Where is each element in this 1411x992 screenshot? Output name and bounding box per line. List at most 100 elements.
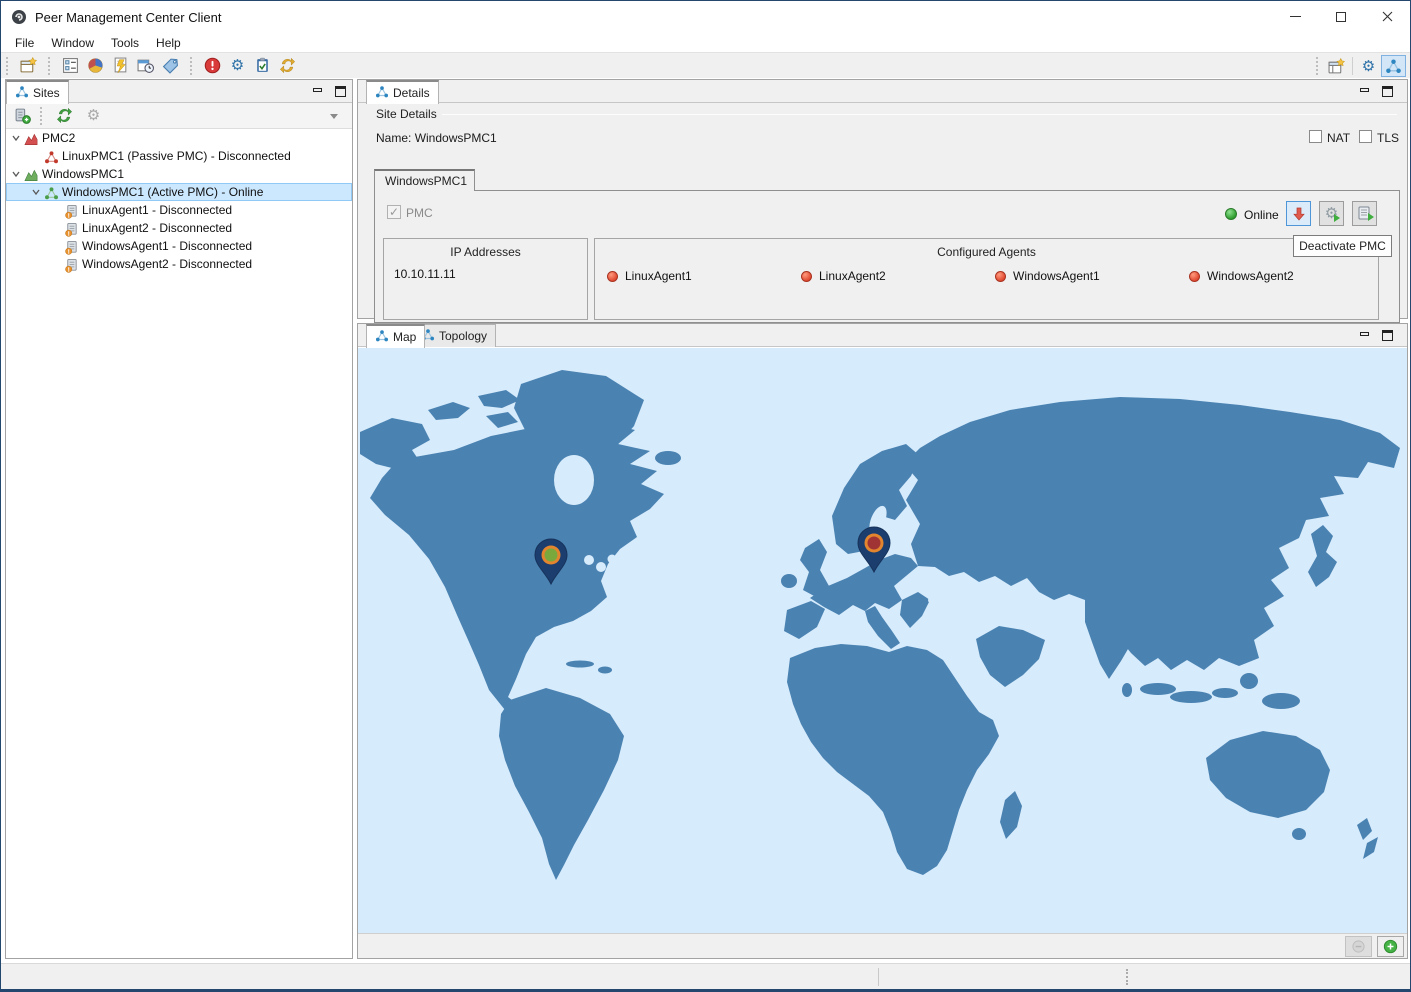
minimize-icon — [1290, 16, 1301, 17]
close-icon — [1382, 11, 1393, 22]
sites-maximize-button[interactable] — [332, 84, 349, 99]
molecule-green-icon — [44, 185, 59, 200]
sync-icon — [279, 57, 296, 74]
chevron-down-icon[interactable] — [10, 168, 22, 180]
tree-item-windowsagent1[interactable]: WindowsAgent1 - Disconnected — [6, 237, 352, 255]
nat-checkbox[interactable] — [1309, 130, 1322, 143]
tree-item-linuxagent2[interactable]: LinuxAgent2 - Disconnected — [6, 219, 352, 237]
gear-action-button[interactable]: ⚙ — [1319, 201, 1344, 226]
sync-button[interactable] — [275, 55, 300, 77]
tab-map[interactable]: Map — [366, 324, 425, 348]
world-map[interactable] — [358, 348, 1407, 933]
tab-details[interactable]: Details — [366, 80, 439, 104]
map-maximize-button[interactable] — [1379, 328, 1396, 343]
toolbar-separator — [6, 57, 11, 75]
statusbar-grip[interactable] — [1126, 969, 1128, 985]
view-list-icon — [62, 57, 79, 74]
menu-tools[interactable]: Tools — [103, 34, 147, 52]
agent-warning-icon — [64, 239, 79, 254]
ip-addresses-title: IP Addresses — [384, 245, 587, 259]
alerts-button[interactable] — [200, 55, 225, 77]
app-icon — [11, 9, 27, 25]
menu-help[interactable]: Help — [148, 34, 189, 52]
molecule-red-icon — [44, 149, 59, 164]
details-tabstrip: Details — [358, 80, 1407, 103]
chevron-spacer — [50, 204, 62, 216]
window-maximize-button[interactable] — [1318, 1, 1364, 32]
tree-item-linuxagent1[interactable]: LinuxAgent1 - Disconnected — [6, 201, 352, 219]
map-minimize-button[interactable] — [1356, 328, 1373, 343]
open-perspective-button[interactable] — [1324, 55, 1349, 77]
tree-item-windowspmc1[interactable]: WindowsPMC1 — [6, 165, 352, 183]
new-window-button[interactable] — [16, 55, 41, 77]
sites-panel: Sites ⚙ PMC2 LinuxPMC1 (Passive PMC) - Di… — [5, 79, 353, 959]
sites-minimize-button[interactable] — [309, 84, 326, 99]
gear-button[interactable]: ⚙ — [81, 105, 106, 127]
chevron-down-icon[interactable] — [10, 132, 22, 144]
tree-item-linuxpmc1[interactable]: LinuxPMC1 (Passive PMC) - Disconnected — [6, 147, 352, 165]
status-bar — [1, 963, 1410, 989]
tree-item-pmc2[interactable]: PMC2 — [6, 129, 352, 147]
server-action-button[interactable] — [1352, 201, 1377, 226]
menu-window[interactable]: Window — [43, 34, 102, 52]
tree-item-label: WindowsPMC1 — [42, 167, 124, 181]
zoom-in-button[interactable] — [1377, 936, 1404, 957]
view-list-button[interactable] — [58, 55, 83, 77]
refresh-button[interactable] — [52, 105, 77, 127]
gear-icon: ⚙ — [87, 108, 100, 123]
window-close-button[interactable] — [1364, 1, 1410, 32]
tooltip-text: Deactivate PMC — [1299, 239, 1386, 253]
group-border-line — [442, 114, 1397, 115]
network-perspective-icon — [1385, 58, 1402, 75]
site-name-label: Name: — [376, 131, 411, 145]
network-perspective-button[interactable] — [1381, 55, 1406, 77]
network-triangle-icon — [375, 85, 389, 102]
add-site-button[interactable] — [10, 105, 35, 127]
toolbar-divider — [1352, 57, 1353, 75]
tab-details-label: Details — [393, 86, 430, 100]
deactivate-pmc-button[interactable] — [1286, 201, 1311, 226]
settings-icon: ⚙ — [231, 58, 244, 73]
site-green-icon — [24, 167, 39, 182]
settings-button[interactable]: ⚙ — [1356, 55, 1381, 77]
panel-minimize-icon — [313, 88, 322, 92]
menu-file[interactable]: File — [7, 34, 42, 52]
tree-item-windowsagent2[interactable]: WindowsAgent2 - Disconnected — [6, 255, 352, 273]
settings-button[interactable]: ⚙ — [225, 55, 250, 77]
zoom-out-icon — [1351, 939, 1366, 954]
pie-chart-button[interactable] — [83, 55, 108, 77]
tab-windowspmc1-label: WindowsPMC1 — [385, 174, 467, 188]
view-menu-button[interactable] — [321, 105, 346, 127]
maximize-icon — [1336, 12, 1346, 22]
tree-item-label: WindowsPMC1 (Active PMC) - Online — [62, 185, 263, 199]
tab-windowspmc1[interactable]: WindowsPMC1 — [374, 169, 475, 191]
tls-checkbox[interactable] — [1359, 130, 1372, 143]
window-minimize-button[interactable] — [1272, 1, 1318, 32]
zoom-out-button[interactable] — [1345, 936, 1372, 957]
tasks-button[interactable] — [250, 55, 275, 77]
refresh-icon — [56, 107, 73, 124]
panel-minimize-icon — [1360, 332, 1369, 336]
gear-run-icon: ⚙ — [1325, 206, 1338, 221]
details-minimize-button[interactable] — [1356, 84, 1373, 99]
red-down-arrow-icon — [1291, 206, 1307, 222]
panel-maximize-icon — [335, 86, 346, 97]
tasks-icon — [254, 57, 271, 74]
tab-map-label: Map — [393, 330, 416, 344]
schedule-button[interactable] — [133, 55, 158, 77]
chevron-down-icon[interactable] — [30, 186, 42, 198]
tree-item-label: WindowsAgent1 - Disconnected — [82, 239, 252, 253]
configured-agents-title: Configured Agents — [595, 245, 1378, 259]
wizard-button[interactable] — [108, 55, 133, 77]
tag-button[interactable] — [158, 55, 183, 77]
sites-tabstrip: Sites — [6, 80, 352, 103]
tab-sites[interactable]: Sites — [6, 80, 69, 104]
main-toolbar: ⚙ ⚙ — [1, 52, 1410, 78]
tree-item-label: PMC2 — [42, 131, 75, 145]
details-maximize-button[interactable] — [1379, 84, 1396, 99]
new-window-icon — [20, 57, 37, 74]
zoom-in-icon — [1383, 939, 1398, 954]
agent-label: LinuxAgent1 — [625, 269, 692, 283]
tree-item-windowspmc1[interactable]: WindowsPMC1 (Active PMC) - Online — [6, 183, 352, 201]
tab-sites-label: Sites — [33, 86, 60, 100]
